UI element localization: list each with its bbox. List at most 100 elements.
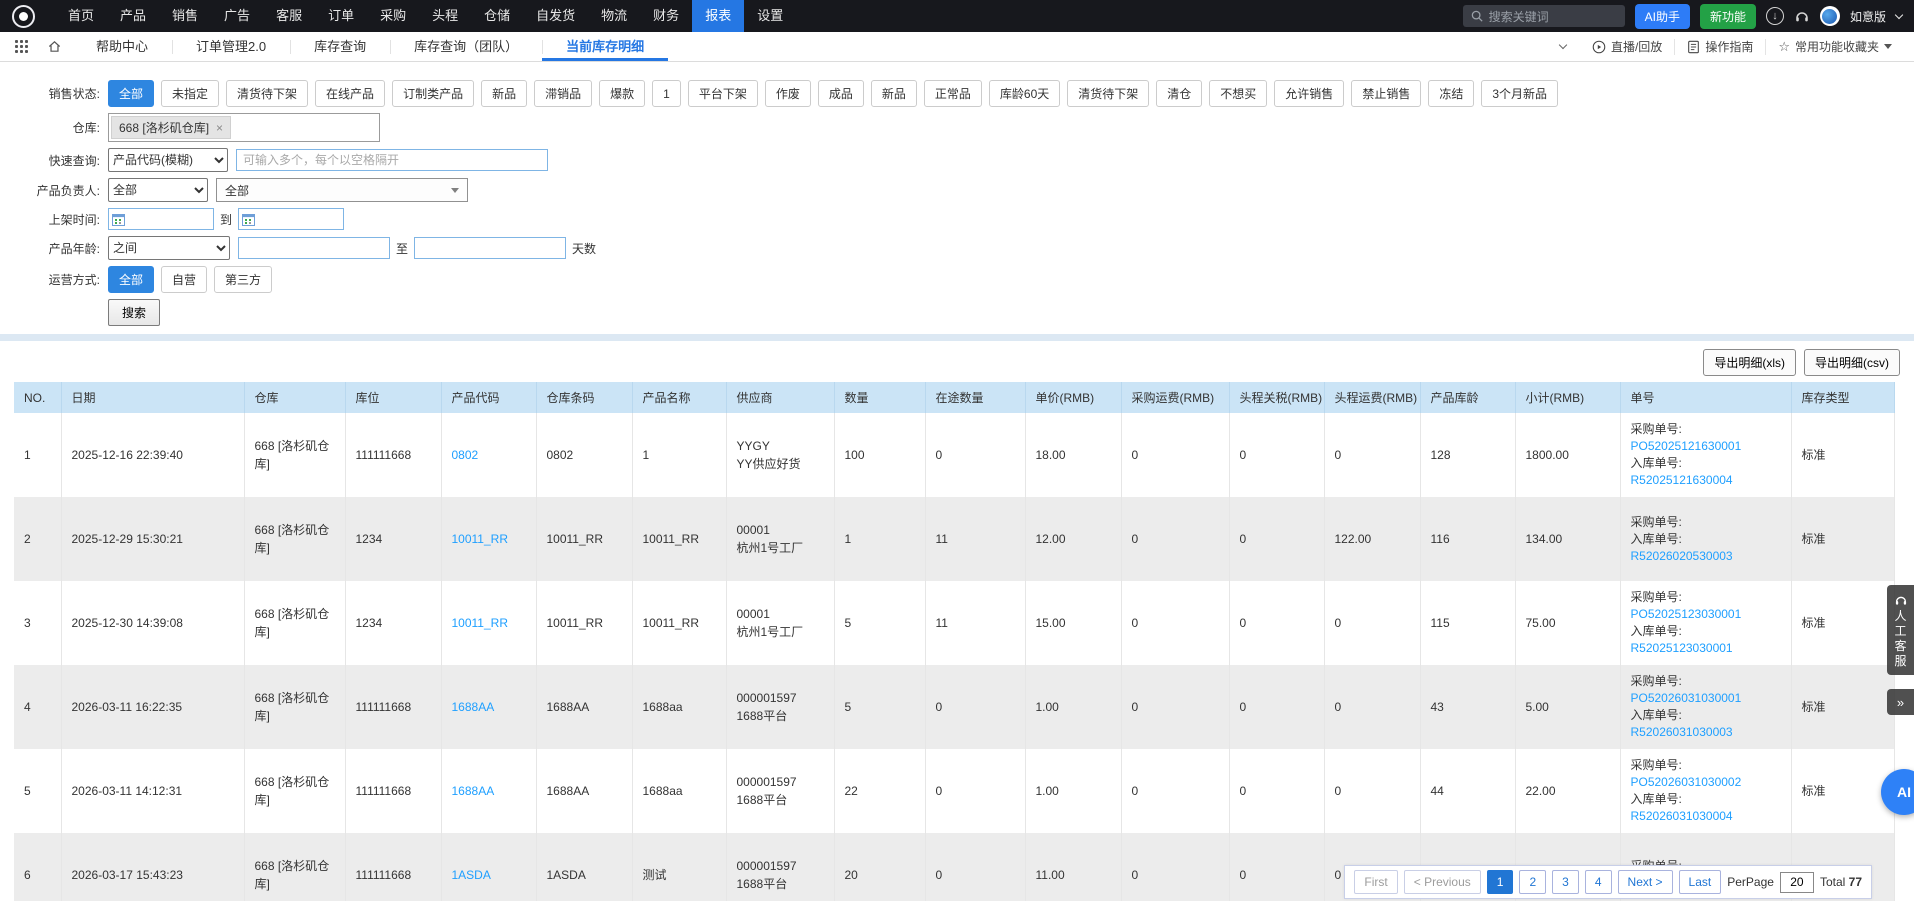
owner-team-select[interactable]: 全部 <box>216 178 468 202</box>
avatar[interactable] <box>1820 6 1840 26</box>
tag-close-icon[interactable]: × <box>216 121 223 135</box>
warehouse-select[interactable]: 668 [洛杉矶仓库] × <box>108 113 380 142</box>
nav-item-10[interactable]: 物流 <box>588 0 640 32</box>
sales-status-option-17[interactable]: 不想买 <box>1209 80 1267 107</box>
nav-item-1[interactable]: 产品 <box>107 0 159 32</box>
version-chevron-down-icon[interactable] <box>1895 10 1903 18</box>
order-number-link[interactable]: PO52025121630001 <box>1631 438 1781 455</box>
product-code-link[interactable]: 1688AA <box>452 784 495 798</box>
order-number-link[interactable]: R52026031030004 <box>1631 808 1781 825</box>
nav-item-9[interactable]: 自发货 <box>523 0 588 32</box>
quick-query-input[interactable] <box>236 149 548 171</box>
tab-0[interactable]: 帮助中心 <box>72 32 172 61</box>
product-code-link[interactable]: 10011_RR <box>452 532 508 546</box>
nav-item-6[interactable]: 采购 <box>367 0 419 32</box>
age-min-input[interactable] <box>238 237 390 259</box>
nav-item-7[interactable]: 头程 <box>419 0 471 32</box>
order-number-link[interactable]: R52025121630004 <box>1631 472 1781 489</box>
sales-status-option-11[interactable]: 成品 <box>818 80 864 107</box>
sales-status-option-9[interactable]: 平台下架 <box>688 80 758 107</box>
product-code-link[interactable]: 0802 <box>452 448 479 462</box>
global-search-input[interactable]: 搜索关键词 <box>1463 5 1625 27</box>
order-number-link[interactable]: PO52026031030001 <box>1631 690 1781 707</box>
sales-status-option-15[interactable]: 清货待下架 <box>1067 80 1149 107</box>
first-page-button[interactable]: First <box>1354 870 1397 894</box>
operation-mode-option-1[interactable]: 自营 <box>161 266 207 293</box>
order-number-link[interactable]: PO52025123030001 <box>1631 606 1781 623</box>
sales-status-option-2[interactable]: 清货待下架 <box>226 80 308 107</box>
page-button-0[interactable]: 1 <box>1487 870 1514 894</box>
sales-status-option-4[interactable]: 订制类产品 <box>392 80 474 107</box>
sales-status-option-13[interactable]: 正常品 <box>924 80 982 107</box>
product-code-link[interactable]: 1ASDA <box>452 868 491 882</box>
last-page-button[interactable]: Last <box>1679 870 1722 894</box>
sales-status-option-14[interactable]: 库龄60天 <box>989 80 1060 107</box>
nav-item-13[interactable]: 设置 <box>744 0 796 32</box>
nav-item-5[interactable]: 订单 <box>315 0 367 32</box>
guide-button[interactable]: 操作指南 <box>1674 39 1765 55</box>
tab-3[interactable]: 库存查询（团队） <box>390 32 542 61</box>
sales-status-option-10[interactable]: 作废 <box>765 80 811 107</box>
sales-status-option-18[interactable]: 允许销售 <box>1274 80 1344 107</box>
sales-status-option-0[interactable]: 全部 <box>108 80 154 107</box>
nav-item-12[interactable]: 报表 <box>692 0 744 32</box>
order-number-link[interactable]: R52026031030003 <box>1631 724 1781 741</box>
tabs-collapse-chevron-down-icon[interactable] <box>1560 45 1566 48</box>
nav-item-4[interactable]: 客服 <box>263 0 315 32</box>
sales-status-option-21[interactable]: 3个月新品 <box>1481 80 1558 107</box>
version-label[interactable]: 如意版 <box>1850 8 1886 25</box>
shelf-time-end-input[interactable] <box>238 208 344 230</box>
supplier-line: 1688平台 <box>737 791 824 809</box>
order-number-link[interactable]: PO52026031030002 <box>1631 774 1781 791</box>
operation-mode-option-2[interactable]: 第三方 <box>214 266 272 293</box>
customer-service-panel[interactable]: 人工客服 <box>1887 585 1914 675</box>
sales-status-option-19[interactable]: 禁止销售 <box>1351 80 1421 107</box>
page-button-1[interactable]: 2 <box>1519 870 1546 894</box>
nav-item-0[interactable]: 首页 <box>55 0 107 32</box>
sales-status-option-6[interactable]: 滞销品 <box>534 80 592 107</box>
sales-status-option-12[interactable]: 新品 <box>871 80 917 107</box>
search-button[interactable]: 搜索 <box>108 299 160 326</box>
age-mode-select[interactable]: 之间 <box>108 236 230 260</box>
quick-query-type-select[interactable]: 产品代码(模糊) <box>108 148 228 172</box>
tab-2[interactable]: 库存查询 <box>290 32 390 61</box>
owner-select[interactable]: 全部 <box>108 178 208 202</box>
order-number-link[interactable]: R52026020530003 <box>1631 548 1781 565</box>
order-number-link[interactable]: R52025123030001 <box>1631 640 1781 657</box>
per-page-input[interactable] <box>1780 872 1814 893</box>
operation-mode-option-0[interactable]: 全部 <box>108 266 154 293</box>
download-icon[interactable]: ↓ <box>1766 7 1784 25</box>
sales-status-option-7[interactable]: 爆款 <box>599 80 645 107</box>
sales-status-option-8[interactable]: 1 <box>652 80 681 107</box>
nav-item-2[interactable]: 销售 <box>159 0 211 32</box>
apps-grid-icon[interactable] <box>15 40 28 53</box>
sales-status-option-1[interactable]: 未指定 <box>161 80 219 107</box>
favorites-button[interactable]: ☆ 常用功能收藏夹 <box>1765 39 1904 55</box>
new-feature-button[interactable]: 新功能 <box>1700 4 1756 29</box>
home-icon[interactable] <box>47 39 62 54</box>
product-code-link[interactable]: 10011_RR <box>452 616 508 630</box>
sales-status-option-20[interactable]: 冻结 <box>1428 80 1474 107</box>
tab-4[interactable]: 当前库存明细 <box>542 32 668 61</box>
ai-assistant-button[interactable]: AI助手 <box>1635 4 1690 29</box>
next-page-button[interactable]: Next > <box>1618 870 1673 894</box>
page-button-2[interactable]: 3 <box>1552 870 1579 894</box>
sales-status-option-3[interactable]: 在线产品 <box>315 80 385 107</box>
headset-icon[interactable] <box>1794 8 1810 24</box>
shelf-time-start-input[interactable] <box>108 208 214 230</box>
app-logo-icon[interactable] <box>12 5 35 28</box>
previous-page-button[interactable]: < Previous <box>1404 870 1481 894</box>
product-code-link[interactable]: 1688AA <box>452 700 495 714</box>
nav-item-11[interactable]: 财务 <box>640 0 692 32</box>
tab-1[interactable]: 订单管理2.0 <box>172 32 290 61</box>
export-xls-button[interactable]: 导出明细(xls) <box>1703 349 1796 376</box>
age-max-input[interactable] <box>414 237 566 259</box>
nav-item-3[interactable]: 广告 <box>211 0 263 32</box>
live-replay-button[interactable]: 直播/回放 <box>1580 39 1674 55</box>
sales-status-option-5[interactable]: 新品 <box>481 80 527 107</box>
page-button-3[interactable]: 4 <box>1585 870 1612 894</box>
export-csv-button[interactable]: 导出明细(csv) <box>1804 349 1900 376</box>
nav-item-8[interactable]: 仓储 <box>471 0 523 32</box>
service-expand-button[interactable]: » <box>1887 689 1914 715</box>
sales-status-option-16[interactable]: 清仓 <box>1156 80 1202 107</box>
